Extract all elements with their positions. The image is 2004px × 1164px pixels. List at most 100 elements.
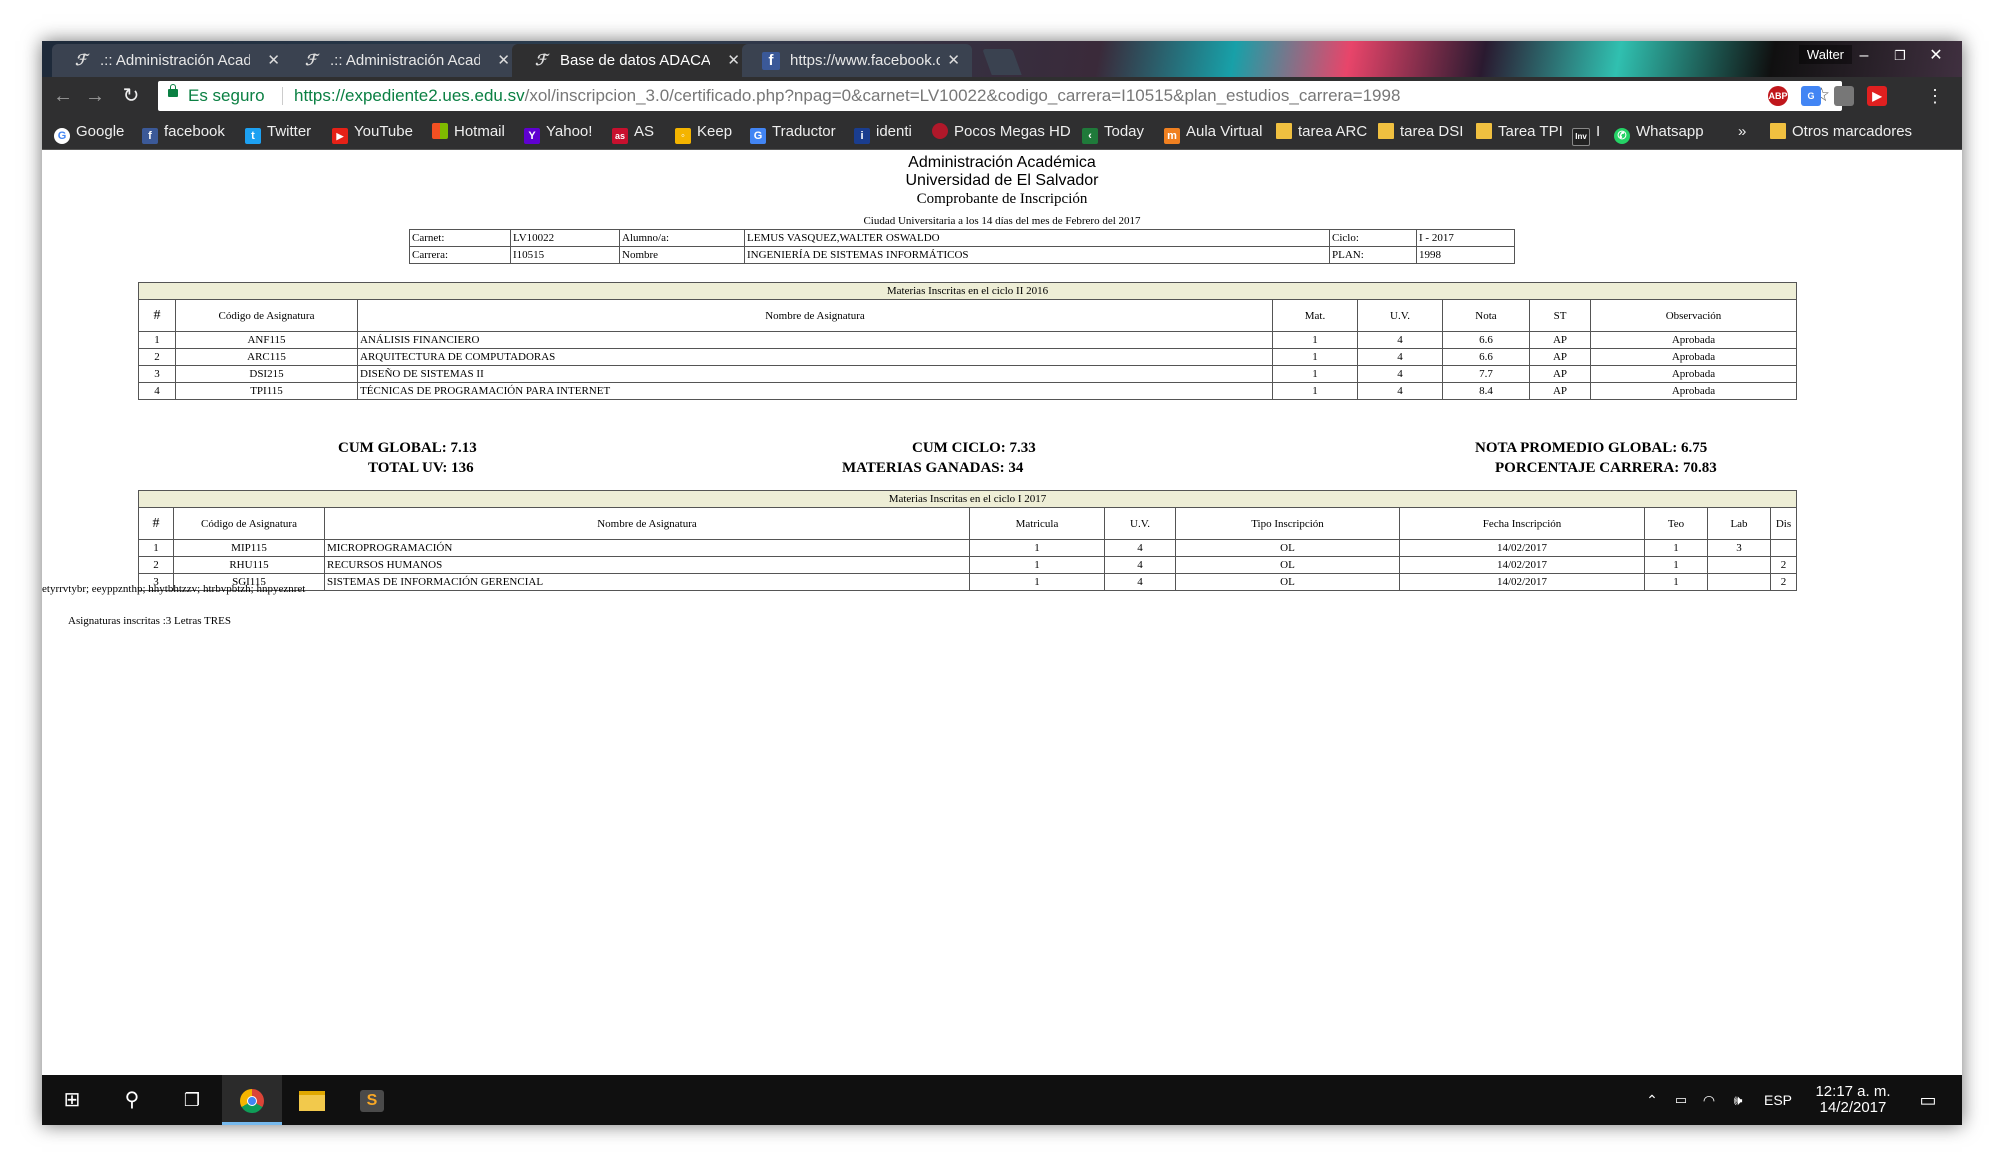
whatsapp-icon: ✆ xyxy=(1614,128,1630,144)
twitter-icon: t xyxy=(245,128,261,144)
search-icon[interactable]: ⚲ xyxy=(102,1075,162,1125)
minimize-button[interactable]: – xyxy=(1846,43,1882,69)
cell: 7.7 xyxy=(1442,365,1530,383)
plan-label: PLAN: xyxy=(1329,246,1417,264)
col-header: Observación xyxy=(1590,299,1797,332)
cell: Aprobada xyxy=(1590,382,1797,400)
bookmark-google[interactable]: G Google xyxy=(54,115,124,149)
bookmark-label: YouTube xyxy=(354,123,413,140)
verification-code-line: etyrrvtybr; eeyppznthp; hhytbhtzzv; htrb… xyxy=(42,583,306,595)
cell: MIP115 xyxy=(173,539,325,557)
chevron-up-icon[interactable]: ⌃ xyxy=(1642,1075,1662,1125)
ues-logo-icon: ℱ xyxy=(535,52,547,69)
col-header: Matricula xyxy=(969,507,1105,540)
close-icon[interactable]: ✕ xyxy=(947,44,960,77)
google-translate-icon[interactable]: G xyxy=(1801,86,1821,106)
clock[interactable]: 12:17 a. m. 14/2/2017 xyxy=(1810,1075,1896,1125)
bookmark-facebook[interactable]: f facebook xyxy=(142,115,225,149)
navigation-bar: ← → ↻ Es seguro https://expediente2.ues.… xyxy=(42,77,1962,115)
bookmark-tarea-dsi[interactable]: tarea DSI xyxy=(1378,115,1463,149)
forward-button[interactable]: → xyxy=(82,83,108,109)
bookmarks-overflow-button[interactable]: » xyxy=(1738,115,1746,149)
bookmark-identi[interactable]: i identi xyxy=(854,115,912,149)
cell: 1 xyxy=(1272,382,1358,400)
cell: 2 xyxy=(138,556,174,574)
task-view-icon[interactable]: ❐ xyxy=(162,1075,222,1125)
bookmark-aula-virtual[interactable]: m Aula Virtual xyxy=(1164,115,1262,149)
bookmark-tarea-arc[interactable]: tarea ARC xyxy=(1276,115,1367,149)
tab-administracion-2[interactable]: ℱ .:: Administración Académ ✕ xyxy=(282,44,522,77)
address-bar[interactable]: Es seguro https://expediente2.ues.edu.sv… xyxy=(158,81,1842,111)
ciclo-label: Ciclo: xyxy=(1329,229,1417,247)
table-row: 4 TPI115 TÉCNICAS DE PROGRAMACIÓN PARA INT… xyxy=(138,382,1797,400)
bookmark-yahoo[interactable]: Y Yahoo! xyxy=(524,115,592,149)
url-text[interactable]: https://expediente2.ues.edu.sv/xol/inscr… xyxy=(294,81,1400,111)
bookmark-tarea-tpi[interactable]: Tarea TPI xyxy=(1476,115,1563,149)
bookmark-inv[interactable]: Inv I xyxy=(1572,115,1600,149)
bookmark-today[interactable]: ‹ Today xyxy=(1082,115,1144,149)
carnet-value: LV10022 xyxy=(510,229,620,247)
cell: 6.6 xyxy=(1442,331,1530,349)
cell: MICROPROGRAMACIÓN xyxy=(324,539,970,557)
bookmark-twitter[interactable]: t Twitter xyxy=(245,115,311,149)
extension-icon[interactable] xyxy=(1834,86,1854,106)
close-icon[interactable]: ✕ xyxy=(497,44,510,77)
bookmark-otros-marcadores[interactable]: Otros marcadores xyxy=(1770,115,1912,149)
cell: 1 xyxy=(1272,348,1358,366)
table-header-row: # Código de Asignatura Nombre de Asignat… xyxy=(138,507,1797,540)
bookmark-keep[interactable]: ◦ Keep xyxy=(675,115,732,149)
close-icon[interactable]: ✕ xyxy=(267,44,280,77)
bookmark-label: tarea DSI xyxy=(1400,123,1464,140)
profile-name[interactable]: Walter xyxy=(1798,45,1852,64)
language-indicator[interactable]: ESP xyxy=(1758,1075,1798,1125)
facebook-icon: f xyxy=(142,128,158,144)
bookmark-hotmail[interactable]: Hotmail xyxy=(432,115,505,149)
bookmark-traductor[interactable]: G Traductor xyxy=(750,115,836,149)
microsoft-icon xyxy=(432,123,448,139)
cell: Aprobada xyxy=(1590,348,1797,366)
new-tab-button[interactable] xyxy=(982,49,1022,75)
close-window-button[interactable]: ✕ xyxy=(1918,43,1954,69)
col-header: Mat. xyxy=(1272,299,1358,332)
back-button[interactable]: ← xyxy=(50,83,76,109)
bookmark-label: facebook xyxy=(164,123,225,140)
close-icon[interactable]: ✕ xyxy=(727,44,740,77)
bookmark-youtube[interactable]: ▶ YouTube xyxy=(332,115,413,149)
chrome-icon[interactable] xyxy=(222,1075,282,1125)
cell: AP xyxy=(1529,331,1591,349)
tab-facebook[interactable]: f https://www.facebook.co ✕ xyxy=(742,44,972,77)
bookmark-label: Google xyxy=(76,123,125,140)
taskbar: ⊞ ⚲ ❐ S ⌃ ▭ ◠ 🕪 ESP 12:17 a. m. 14/2/201… xyxy=(42,1075,1962,1125)
total-uv: TOTAL UV: 136 xyxy=(368,460,474,476)
bookmark-label: AS xyxy=(634,123,655,140)
tab-base-de-datos[interactable]: ℱ Base de datos ADACAD ✕ xyxy=(512,44,752,77)
bookmark-label: Yahoo! xyxy=(546,123,593,140)
notifications-icon[interactable]: ▭ xyxy=(1908,1075,1948,1125)
col-header: # xyxy=(138,507,174,540)
wifi-icon[interactable]: ◠ xyxy=(1698,1075,1720,1125)
bookmark-as[interactable]: as AS xyxy=(612,115,654,149)
secure-label: Es seguro xyxy=(188,86,265,105)
carrera-value: I10515 xyxy=(510,246,620,264)
cell: 14/02/2017 xyxy=(1399,556,1645,574)
file-explorer-icon[interactable] xyxy=(282,1075,342,1125)
bookmark-whatsapp[interactable]: ✆ Whatsapp xyxy=(1614,115,1704,149)
col-header: ST xyxy=(1529,299,1591,332)
volume-icon[interactable]: 🕪 xyxy=(1726,1075,1750,1125)
nota-promedio-global: NOTA PROMEDIO GLOBAL: 6.75 xyxy=(1475,440,1708,456)
tab-administracion-1[interactable]: ℱ .:: Administración Académ ✕ xyxy=(52,44,292,77)
start-icon[interactable]: ⊞ xyxy=(42,1075,102,1125)
video-downloader-icon[interactable]: ▶ xyxy=(1867,86,1887,106)
cell: 1 xyxy=(969,573,1105,591)
cell: 1 xyxy=(1272,331,1358,349)
ues-logo-icon: ℱ xyxy=(305,52,317,69)
reload-button[interactable]: ↻ xyxy=(118,83,144,109)
battery-icon[interactable]: ▭ xyxy=(1670,1075,1692,1125)
adblock-plus-icon[interactable]: ABP xyxy=(1768,86,1788,106)
bookmark-pocos-megas[interactable]: Pocos Megas HD xyxy=(932,115,1071,149)
menu-kebab-icon[interactable]: ⋮ xyxy=(1922,83,1948,109)
sublime-text-icon[interactable]: S xyxy=(342,1075,402,1125)
restore-button[interactable]: ❐ xyxy=(1882,43,1918,69)
bookmark-label: Aula Virtual xyxy=(1186,123,1263,140)
cell: 1 xyxy=(1644,573,1708,591)
